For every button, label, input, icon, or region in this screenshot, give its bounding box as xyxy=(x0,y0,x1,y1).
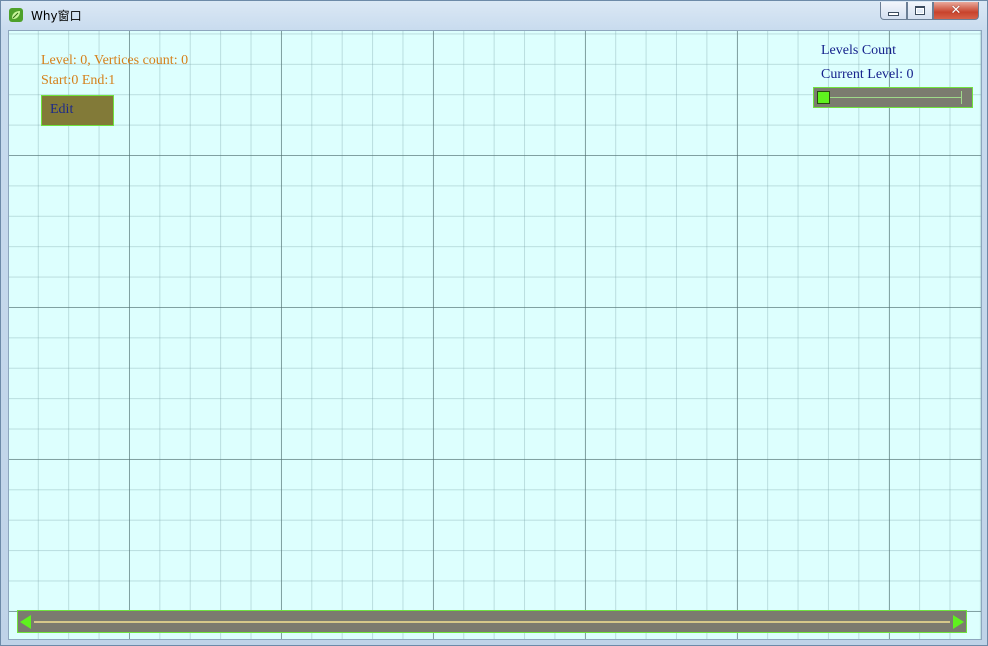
level-vertices-info: Level: 0, Vertices count: 0 xyxy=(41,53,189,68)
current-level-label: Current Level: 0 xyxy=(821,67,914,82)
scroll-right-arrow-icon[interactable] xyxy=(953,615,964,629)
close-icon: ✕ xyxy=(950,2,962,18)
slider-end-tick xyxy=(961,91,962,104)
slider-track xyxy=(822,97,962,98)
app-window: Why窗口 ✕ Level: 0, Vertices count: 0 Star… xyxy=(0,0,988,646)
horizontal-scrollbar[interactable] xyxy=(17,610,967,633)
minimize-button[interactable] xyxy=(880,2,907,20)
edit-button-label: Edit xyxy=(50,102,74,117)
maximize-button[interactable] xyxy=(907,2,933,20)
title-bar[interactable]: Why窗口 ✕ xyxy=(1,1,987,30)
window-title: Why窗口 xyxy=(31,9,82,23)
level-slider[interactable] xyxy=(813,87,973,108)
scroll-left-arrow-icon[interactable] xyxy=(20,615,31,629)
close-button[interactable]: ✕ xyxy=(933,2,979,20)
leaf-icon xyxy=(9,8,23,22)
edit-button[interactable]: Edit xyxy=(41,95,114,126)
maximize-icon xyxy=(915,6,925,15)
grid-canvas[interactable]: Level: 0, Vertices count: 0 Start:0 End:… xyxy=(8,30,982,640)
levels-count-label: Levels Count xyxy=(821,43,897,58)
slider-thumb[interactable] xyxy=(817,91,830,104)
minimize-icon xyxy=(888,11,899,16)
start-end-info: Start:0 End:1 xyxy=(41,73,116,88)
scrollbar-track[interactable] xyxy=(34,621,950,623)
